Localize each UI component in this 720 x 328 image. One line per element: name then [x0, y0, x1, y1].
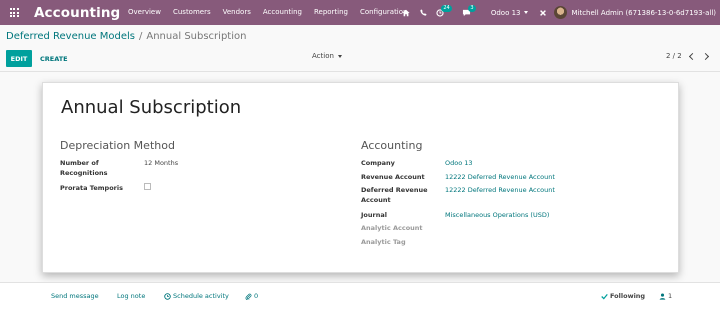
messages-icon[interactable]: 3	[459, 0, 485, 25]
journal-label: Journal	[361, 211, 387, 219]
record-title: Annual Subscription	[61, 97, 242, 118]
depreciation-method-heading: Depreciation Method	[60, 139, 175, 152]
menu-vendors[interactable]: Vendors	[217, 0, 257, 25]
revenue-account-link[interactable]: 12222 Deferred Revenue Account	[445, 172, 555, 182]
schedule-activity-button[interactable]: Schedule activity	[164, 292, 229, 300]
pager-previous-button[interactable]	[685, 49, 697, 63]
company-switcher[interactable]: Odoo 13	[485, 0, 535, 25]
breadcrumb-separator: /	[139, 31, 143, 42]
analytic-account-label: Analytic Account	[361, 224, 423, 232]
following-button[interactable]: Following	[601, 292, 645, 300]
apps-menu-icon[interactable]	[0, 0, 28, 25]
accounting-heading: Accounting	[361, 139, 423, 152]
journal-link[interactable]: Miscellaneous Operations (USD)	[445, 210, 549, 220]
analytic-tag-label: Analytic Tag	[361, 238, 406, 246]
following-label: Following	[610, 292, 646, 300]
app-name[interactable]: Accounting	[34, 5, 122, 21]
send-message-button[interactable]: Send message	[51, 292, 99, 300]
deferred-revenue-account-link[interactable]: 12222 Deferred Revenue Account	[445, 185, 555, 195]
user-name: Mitchell Admin (671386-13-0-6d7193-all)	[571, 8, 716, 17]
activity-icon[interactable]: 24	[433, 0, 459, 25]
messages-count-badge: 3	[467, 5, 477, 12]
user-menu[interactable]: Mitchell Admin (671386-13-0-6d7193-all)	[552, 0, 720, 25]
chevron-left-icon	[688, 52, 696, 60]
action-dropdown-label: Action	[312, 52, 334, 60]
prorata-temporis-checkbox	[144, 183, 151, 190]
chevron-right-icon	[701, 52, 709, 60]
chevron-down-icon	[337, 54, 342, 58]
main-menu: Overview Customers Vendors Accounting Re…	[122, 0, 413, 25]
systray: 24 3 Odoo 13 Mitchell Admin (671386-13-0…	[397, 0, 720, 25]
company-name: Odoo 13	[490, 8, 521, 17]
check-icon	[601, 293, 608, 300]
chevron-down-icon	[524, 11, 529, 14]
attachments-button[interactable]: 0	[245, 292, 258, 300]
log-note-button[interactable]: Log note	[117, 292, 145, 300]
phone-icon[interactable]	[415, 0, 433, 25]
prorata-temporis-label: Prorata Temporis	[60, 184, 123, 192]
clock-icon	[164, 292, 171, 300]
home-icon[interactable]	[397, 0, 415, 25]
user-icon	[659, 293, 666, 300]
top-navbar: Accounting Overview Customers Vendors Ac…	[0, 0, 720, 25]
menu-customers[interactable]: Customers	[167, 0, 217, 25]
deferred-revenue-account-label: Deferred Revenue Account	[361, 186, 428, 204]
activity-count-badge: 24	[440, 5, 453, 12]
breadcrumb-parent-link[interactable]: Deferred Revenue Models	[6, 31, 135, 42]
debug-tools-icon[interactable]	[534, 0, 552, 25]
pager-value[interactable]: 2 / 2	[666, 52, 682, 60]
menu-overview[interactable]: Overview	[122, 0, 167, 25]
avatar	[554, 6, 568, 19]
menu-accounting[interactable]: Accounting	[257, 0, 308, 25]
form-sheet: Annual Subscription Depreciation Method …	[42, 82, 679, 273]
breadcrumb-current: Annual Subscription	[146, 31, 247, 42]
followers-count: 1	[668, 292, 673, 300]
chatter-bar	[0, 283, 720, 328]
followers-button[interactable]: 1	[659, 292, 672, 300]
create-button[interactable]: CREATE	[40, 50, 68, 67]
recognitions-value: 12 Months	[144, 159, 179, 167]
company-link[interactable]: Odoo 13	[445, 158, 473, 168]
attachments-count: 0	[254, 292, 259, 300]
company-label: Company	[361, 159, 395, 167]
breadcrumb: Deferred Revenue Models / Annual Subscri…	[6, 31, 246, 42]
revenue-account-label: Revenue Account	[361, 173, 425, 181]
menu-reporting[interactable]: Reporting	[308, 0, 354, 25]
action-dropdown[interactable]: Action	[312, 52, 342, 60]
edit-button[interactable]: EDIT	[6, 50, 32, 67]
paperclip-icon	[245, 293, 252, 300]
recognitions-label: Number of Recognitions	[60, 159, 108, 177]
pager-next-button[interactable]	[700, 49, 712, 63]
schedule-activity-label: Schedule activity	[173, 292, 229, 300]
